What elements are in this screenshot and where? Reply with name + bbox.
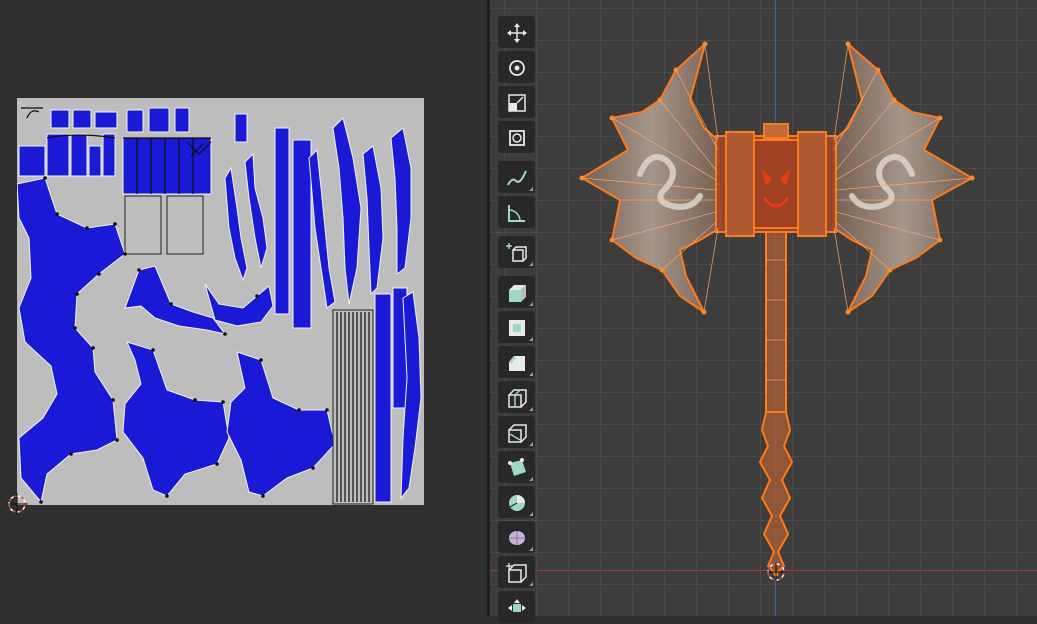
bevel-tool-button[interactable] <box>498 346 535 378</box>
rotate-tool-button[interactable] <box>498 51 535 83</box>
spin-tool-button[interactable] <box>498 486 535 518</box>
extrude-region-icon <box>509 285 526 302</box>
3d-cursor-icon[interactable] <box>765 561 787 583</box>
annotate-tool-button[interactable] <box>498 161 535 193</box>
rotate-icon <box>509 60 525 76</box>
bevel-icon <box>509 356 525 371</box>
knife-icon <box>508 424 527 443</box>
add-cube-icon <box>506 243 527 262</box>
shear-icon <box>506 563 527 583</box>
inset-faces-icon <box>509 320 525 336</box>
move-icon <box>507 23 527 43</box>
add-cube-tool-button[interactable] <box>498 236 535 268</box>
inset-faces-tool-button[interactable] <box>498 311 535 343</box>
tool-shelf <box>498 0 536 624</box>
knife-tool-button[interactable] <box>498 416 535 448</box>
shear-tool-button[interactable] <box>498 556 535 588</box>
scale-tool-button[interactable] <box>498 86 535 118</box>
extrude-region-tool-button[interactable] <box>498 276 535 308</box>
transform-icon <box>509 130 525 146</box>
smooth-tool-button[interactable] <box>498 521 535 553</box>
poly-build-icon <box>508 458 526 476</box>
poly-build-tool-button[interactable] <box>498 451 535 483</box>
annotate-icon <box>507 170 527 186</box>
loop-cut-icon <box>508 389 527 408</box>
measure-icon <box>508 205 525 222</box>
scale-icon <box>508 94 526 112</box>
transform-tool-button[interactable] <box>498 121 535 153</box>
spin-icon <box>509 495 525 511</box>
smooth-icon <box>509 531 525 545</box>
loop-cut-tool-button[interactable] <box>498 381 535 413</box>
move-tool-button[interactable] <box>498 16 535 48</box>
measure-tool-button[interactable] <box>498 196 535 228</box>
shrink-fatten-tool-button[interactable] <box>498 591 535 623</box>
